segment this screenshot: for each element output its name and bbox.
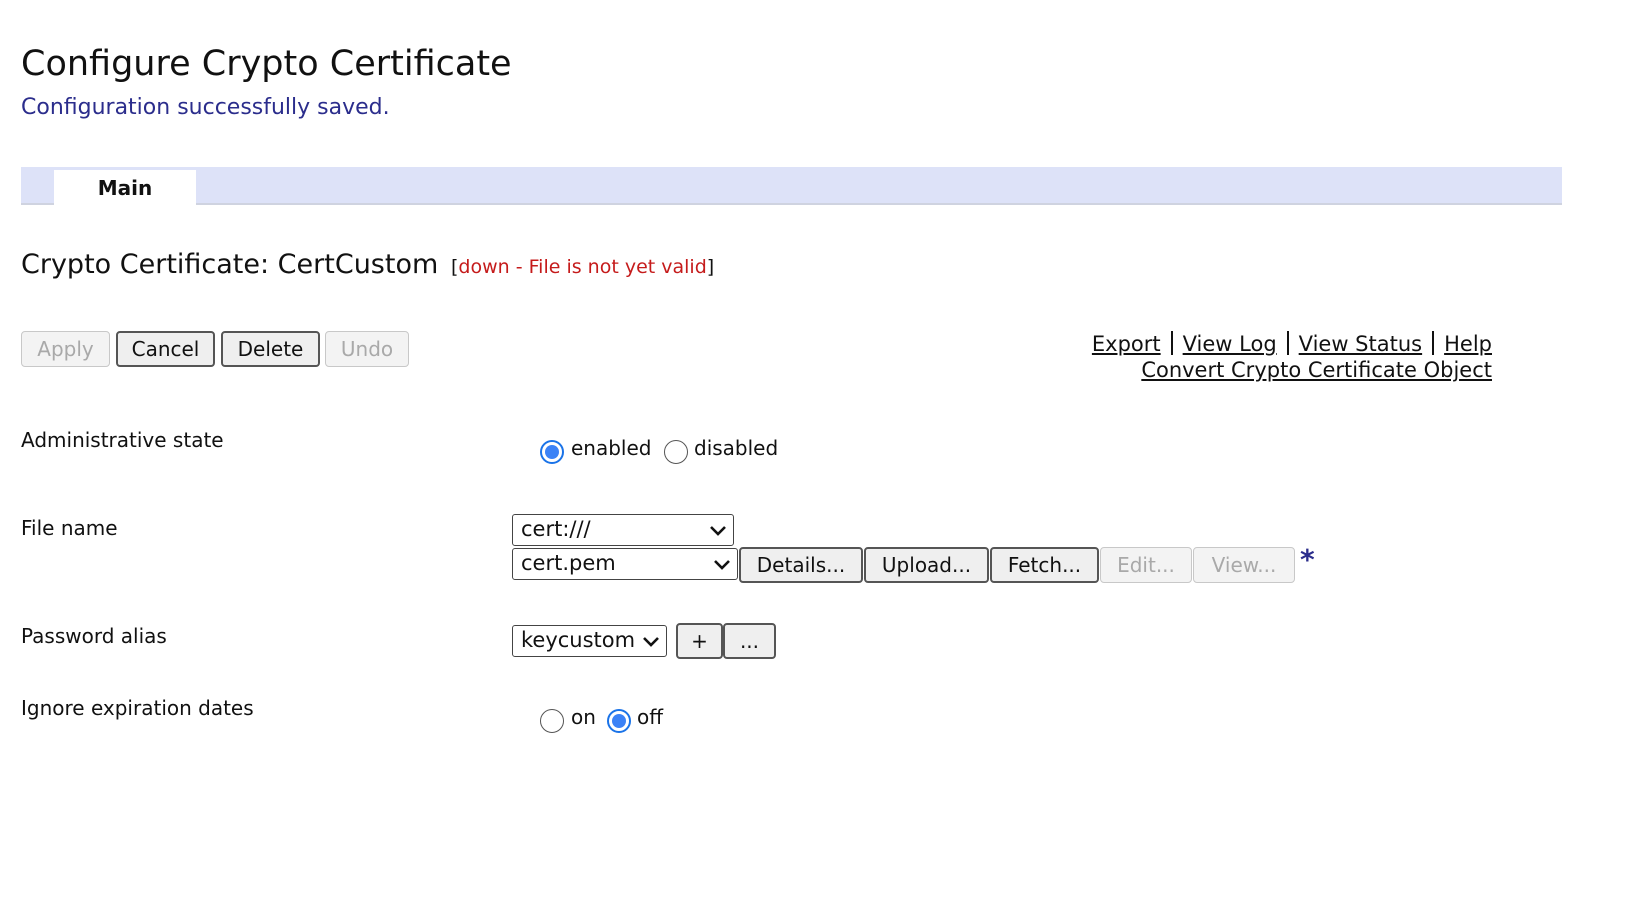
fetch-button[interactable]: Fetch... (990, 547, 1099, 583)
file-select[interactable]: cert.pem (512, 548, 738, 580)
ignore-expiration-off-label: off (637, 705, 664, 729)
tab-main-label: Main (97, 176, 153, 200)
undo-button[interactable]: Undo (325, 331, 409, 367)
upload-button[interactable]: Upload... (864, 547, 989, 583)
required-marker: * (1300, 543, 1315, 576)
save-confirmation-message: Configuration successfully saved. (21, 95, 390, 120)
link-separator (1432, 331, 1435, 355)
password-alias-select[interactable]: keycustom (512, 625, 667, 657)
object-heading: Crypto Certificate: CertCustom (21, 249, 439, 280)
tab-main[interactable]: Main (54, 170, 196, 205)
chevron-down-icon (714, 560, 730, 570)
file-name-label: File name (21, 516, 118, 540)
apply-button[interactable]: Apply (21, 331, 110, 367)
status-close-bracket: ] (706, 256, 715, 278)
edit-password-alias-button[interactable]: ... (723, 623, 776, 659)
view-status-link[interactable]: View Status (1299, 332, 1422, 356)
edit-button[interactable]: Edit... (1100, 547, 1192, 583)
link-separator (1170, 331, 1173, 355)
export-link[interactable]: Export (1092, 332, 1161, 356)
admin-state-enabled-radio[interactable] (540, 440, 564, 464)
admin-state-disabled-radio[interactable] (664, 440, 688, 464)
password-alias-label: Password alias (21, 624, 167, 648)
convert-certificate-link[interactable]: Convert Crypto Certificate Object (1141, 358, 1492, 382)
file-select-value: cert.pem (521, 551, 616, 575)
admin-state-label: Administrative state (21, 428, 224, 452)
ignore-expiration-on-label: on (571, 705, 596, 729)
help-link[interactable]: Help (1444, 332, 1492, 356)
chevron-down-icon (710, 526, 726, 536)
link-separator (1286, 331, 1289, 355)
status-text: down - File is not yet valid (458, 256, 707, 278)
admin-state-enabled-label: enabled (571, 436, 652, 460)
admin-state-disabled-label: disabled (694, 436, 779, 460)
password-alias-value: keycustom (521, 628, 636, 652)
add-password-alias-button[interactable]: + (676, 623, 723, 659)
view-log-link[interactable]: View Log (1183, 332, 1277, 356)
view-button[interactable]: View... (1193, 547, 1295, 583)
page-title: Configure Crypto Certificate (21, 44, 512, 84)
delete-button[interactable]: Delete (221, 331, 320, 367)
ignore-expiration-label: Ignore expiration dates (21, 696, 254, 720)
chevron-down-icon (643, 637, 659, 647)
object-status: [down - File is not yet valid] (451, 255, 714, 279)
tab-bar (21, 167, 1562, 205)
directory-select[interactable]: cert:/// (512, 514, 734, 546)
ignore-expiration-off-radio[interactable] (607, 709, 631, 733)
cancel-button[interactable]: Cancel (116, 331, 215, 367)
object-links: Export View Log View Status Help Convert Cr… (1092, 331, 1492, 383)
details-button[interactable]: Details... (739, 547, 863, 583)
directory-select-value: cert:/// (521, 517, 591, 541)
ignore-expiration-on-radio[interactable] (540, 709, 564, 733)
